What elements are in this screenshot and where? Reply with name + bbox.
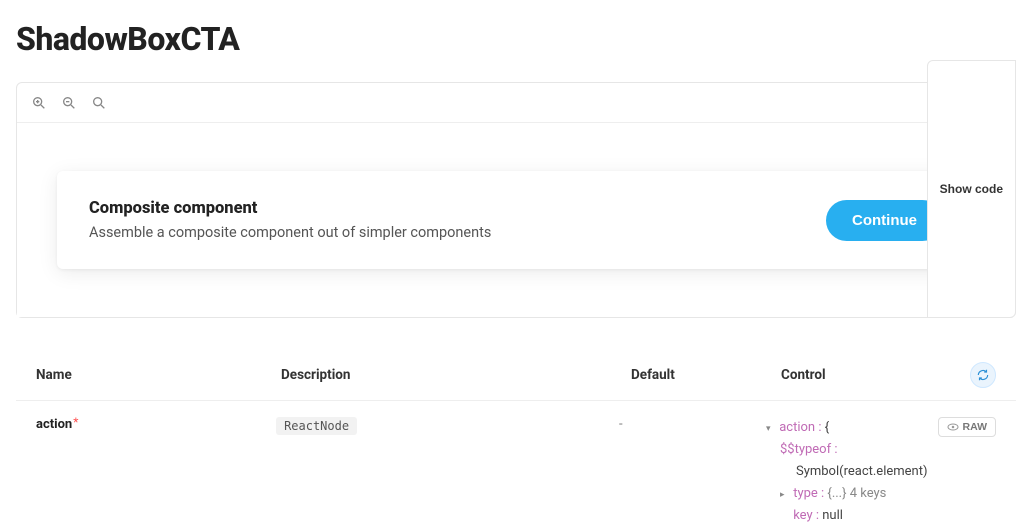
shadow-box-cta-card: Composite component Assemble a composite… xyxy=(57,171,975,269)
table-row: action* ReactNode - ▾ action : { $$typeo… xyxy=(16,400,1016,527)
column-header-name: Name xyxy=(36,367,281,383)
reset-controls-button[interactable] xyxy=(970,362,996,388)
zoom-reset-icon[interactable] xyxy=(89,93,109,113)
zoom-out-icon[interactable] xyxy=(59,93,79,113)
show-code-button[interactable]: Show code xyxy=(927,60,1016,318)
args-table-header: Name Description Default Control xyxy=(16,362,1016,400)
page-title: ShadowBoxCTA xyxy=(0,0,1032,58)
arg-name: action xyxy=(36,417,72,432)
preview-panel: Composite component Assemble a composite… xyxy=(16,82,1016,318)
continue-button[interactable]: Continue xyxy=(826,200,943,241)
column-header-description: Description xyxy=(281,367,631,383)
card-description: Assemble a composite component out of si… xyxy=(89,224,806,241)
control-json-tree[interactable]: ▾ action : { $$typeof : Symbol(react.ele… xyxy=(766,417,928,527)
zoom-in-icon[interactable] xyxy=(29,93,49,113)
raw-toggle-label: RAW xyxy=(963,421,988,433)
args-table: Name Description Default Control action*… xyxy=(16,362,1016,527)
column-header-control: Control xyxy=(781,367,826,383)
caret-down-icon[interactable]: ▾ xyxy=(766,422,776,437)
type-chip: ReactNode xyxy=(276,417,357,435)
canvas-area: Composite component Assemble a composite… xyxy=(17,123,1015,317)
caret-right-icon[interactable]: ▸ xyxy=(780,488,790,503)
raw-toggle-button[interactable]: RAW xyxy=(938,417,997,437)
required-mark-icon: * xyxy=(73,415,78,429)
column-header-default: Default xyxy=(631,367,781,383)
preview-toolbar xyxy=(17,83,1015,123)
card-title: Composite component xyxy=(89,199,806,218)
default-value: - xyxy=(619,417,623,432)
